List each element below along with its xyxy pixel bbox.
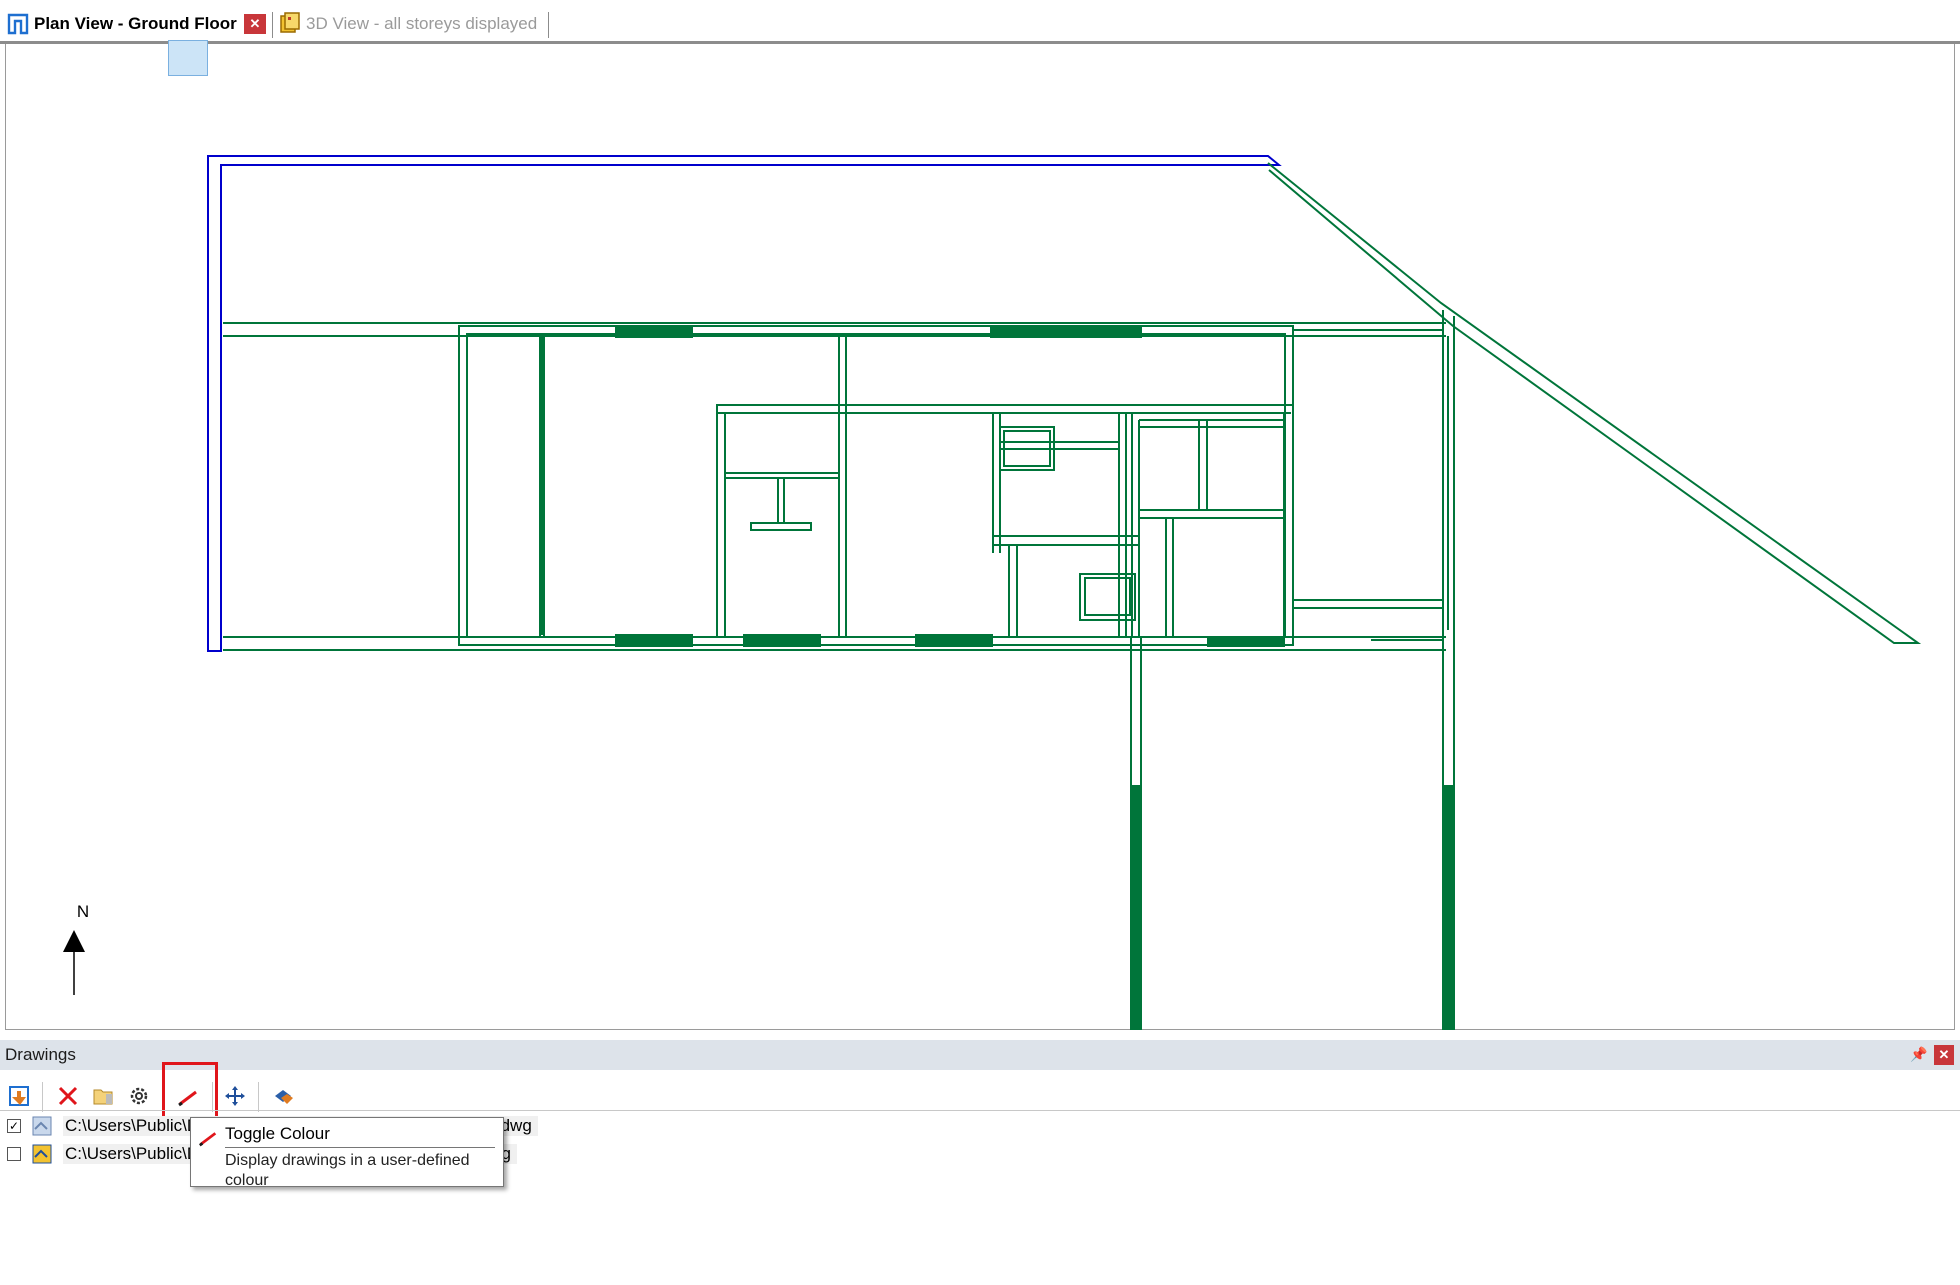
tooltip-title: Toggle Colour bbox=[225, 1124, 330, 1143]
toggle-colour-active-bg bbox=[168, 40, 208, 76]
window-segment bbox=[615, 326, 693, 338]
north-label: N bbox=[76, 902, 90, 921]
tab-plan-view[interactable]: Plan View - Ground Floor bbox=[6, 8, 237, 40]
toggle-colour-button[interactable] bbox=[174, 1082, 202, 1110]
drawings-panel-header: Drawings 📌 ✕ bbox=[0, 1040, 1960, 1070]
tab-divider bbox=[272, 12, 273, 38]
corridor-wall bbox=[1293, 599, 1443, 609]
tooltip-divider bbox=[225, 1147, 495, 1148]
plan-view-icon bbox=[7, 13, 29, 35]
room-wall bbox=[1139, 419, 1284, 428]
tooltip-body: Display drawings in a user-defined colou… bbox=[225, 1152, 470, 1189]
close-panel-button[interactable]: ✕ bbox=[1934, 1045, 1954, 1065]
diagonal-wall bbox=[1267, 162, 1922, 644]
window-segment bbox=[1130, 785, 1142, 1030]
partition-mid bbox=[838, 334, 847, 637]
room-wall bbox=[1000, 441, 1119, 450]
settings-gear-icon bbox=[130, 1087, 148, 1105]
settings-button[interactable] bbox=[125, 1082, 153, 1110]
room-wall bbox=[992, 413, 1139, 637]
window-segment bbox=[990, 326, 1142, 338]
delete-icon bbox=[58, 1086, 78, 1106]
window-segment bbox=[540, 337, 544, 635]
toolbar-separator bbox=[258, 1082, 259, 1112]
layers-button[interactable] bbox=[270, 1082, 298, 1110]
tab-3d-view-label: 3D View - all storeys displayed bbox=[306, 14, 538, 33]
move-icon bbox=[225, 1086, 245, 1106]
wall-segment bbox=[1293, 329, 1443, 641]
move-drawing-button[interactable] bbox=[221, 1082, 249, 1110]
toolbar-separator bbox=[42, 1082, 43, 1112]
floor-plan-drawing bbox=[63, 155, 1922, 1030]
drawings-panel-title: Drawings bbox=[5, 1045, 76, 1064]
room-wall bbox=[1139, 420, 1284, 519]
tab-3d-view[interactable]: 3D View - all storeys displayed bbox=[278, 8, 537, 40]
window-segment bbox=[615, 634, 693, 647]
toggle-colour-tooltip: Toggle Colour Display drawings in a user… bbox=[190, 1117, 504, 1189]
open-folder-icon bbox=[93, 1089, 113, 1105]
window-segment bbox=[915, 634, 993, 647]
pin-icon[interactable]: 📌 bbox=[1910, 1046, 1927, 1064]
view-tab-strip: Plan View - Ground Floor ✕ 3D View - all… bbox=[0, 0, 1960, 44]
drawing-visibility-checkbox[interactable] bbox=[7, 1147, 21, 1161]
import-drawing-button[interactable] bbox=[6, 1082, 34, 1110]
toggle-colour-icon bbox=[178, 1090, 197, 1107]
delete-drawing-button[interactable] bbox=[54, 1082, 82, 1110]
import-drawing-icon bbox=[9, 1086, 29, 1106]
fixture bbox=[750, 478, 812, 531]
close-tab-button[interactable]: ✕ bbox=[244, 14, 266, 34]
dwg-file-icon bbox=[32, 1116, 52, 1136]
toggle-colour-icon bbox=[198, 1132, 217, 1147]
toolbar-separator bbox=[212, 1082, 213, 1112]
open-folder-button[interactable] bbox=[90, 1082, 118, 1110]
east-inner-wall bbox=[1442, 336, 1449, 630]
inner-block bbox=[458, 325, 1294, 646]
plan-view-canvas[interactable]: N bbox=[5, 44, 1955, 1030]
drawing-visibility-checkbox[interactable]: ✓ bbox=[7, 1119, 21, 1133]
window-segment bbox=[743, 634, 821, 647]
3d-view-icon bbox=[280, 12, 300, 33]
window-segment bbox=[1207, 636, 1285, 647]
north-arrow-head bbox=[63, 930, 85, 952]
layers-icon bbox=[275, 1090, 293, 1104]
window-segment bbox=[1442, 785, 1455, 1030]
dwg-file-icon bbox=[32, 1144, 52, 1164]
cad-application: Plan View - Ground Floor ✕ 3D View - all… bbox=[0, 0, 1960, 1285]
room-wall bbox=[1165, 518, 1174, 637]
tab-plan-view-label: Plan View - Ground Floor bbox=[34, 14, 237, 33]
tab-divider bbox=[548, 12, 549, 38]
